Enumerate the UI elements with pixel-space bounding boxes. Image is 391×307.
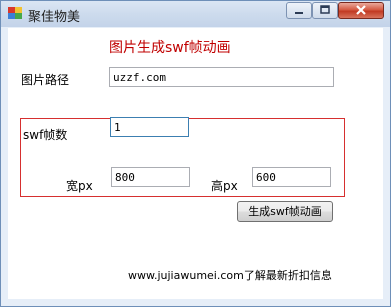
maximize-button[interactable] [312, 2, 338, 19]
minimize-button[interactable] [286, 2, 312, 19]
height-input[interactable]: 600 [252, 167, 331, 187]
promo-link[interactable]: www.jujiawumei.com了解最新折扣信息 [128, 267, 332, 283]
height-label: 高px [211, 179, 238, 193]
maximize-icon [320, 5, 330, 14]
window-title: 聚佳物美 [28, 10, 81, 25]
minimize-icon [295, 12, 303, 14]
form-heading: 图片生成swf帧动画 [109, 40, 231, 56]
title-bar[interactable]: 聚佳物美 [1, 1, 390, 27]
app-icon [8, 7, 22, 19]
width-label: 宽px [66, 179, 93, 193]
close-icon [356, 5, 366, 15]
width-input[interactable]: 800 [111, 167, 190, 187]
frames-label: swf帧数 [23, 128, 68, 142]
close-button[interactable] [338, 2, 384, 19]
image-path-label: 图片路径 [21, 73, 70, 87]
frames-input[interactable]: 1 [110, 117, 189, 137]
generate-swf-button[interactable]: 生成swf帧动画 [237, 201, 333, 222]
image-path-input[interactable]: uzzf.com [109, 67, 334, 87]
